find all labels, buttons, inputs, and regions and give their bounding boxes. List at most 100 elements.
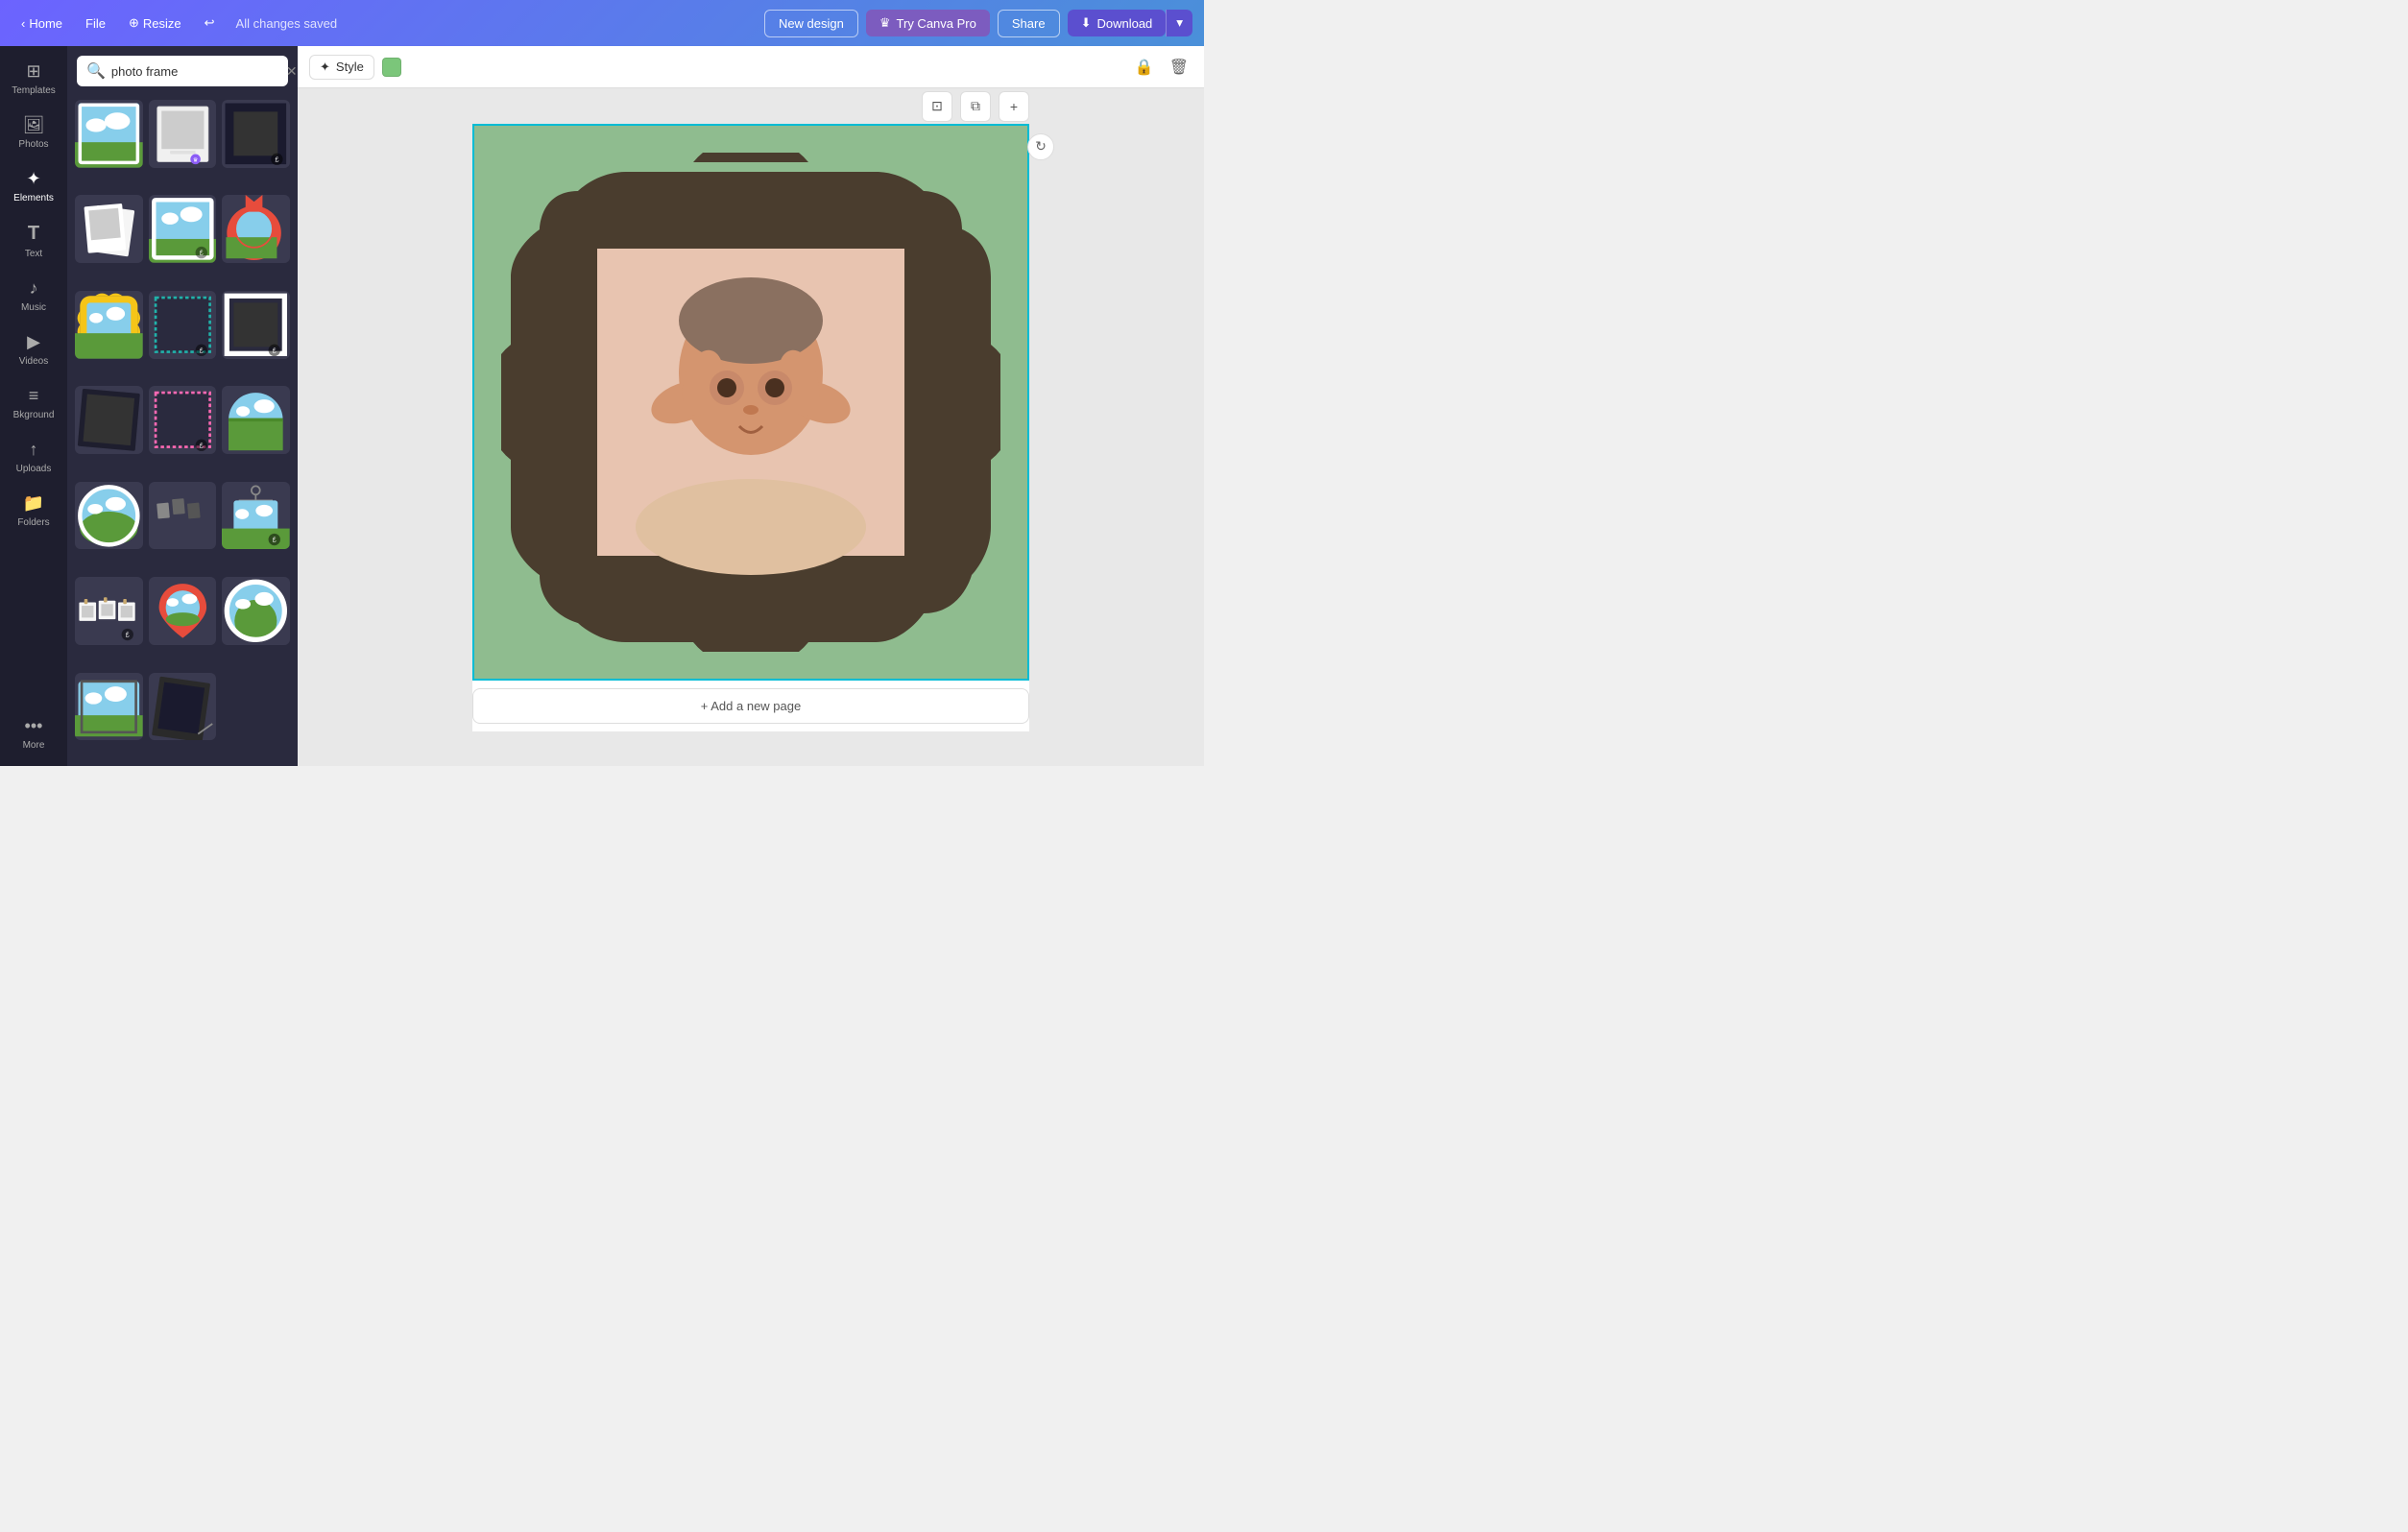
- saved-status: All changes saved: [236, 16, 338, 31]
- svg-text:£: £: [276, 156, 279, 163]
- svg-text:£: £: [199, 251, 203, 257]
- share-button[interactable]: Share: [998, 10, 1060, 37]
- delete-button[interactable]: 🗑: [1166, 54, 1192, 81]
- topbar-left: ‹ Home File ⊕ Resize ↩ All changes saved: [12, 12, 337, 35]
- sidebar-label-music: Music: [21, 302, 46, 313]
- frame-item-double-polaroid[interactable]: [75, 195, 143, 263]
- duplicate-button[interactable]: ⧉: [960, 91, 991, 122]
- download-dropdown-button[interactable]: ▾: [1166, 10, 1192, 36]
- canvas-scroll: ⊡ ⧉ + ↻: [298, 88, 1204, 766]
- folders-icon: 📁: [23, 493, 44, 514]
- sidebar-label-more: More: [23, 740, 45, 751]
- svg-text:£: £: [126, 633, 130, 639]
- file-button[interactable]: File: [76, 12, 115, 35]
- more-icon: •••: [25, 716, 43, 736]
- home-button[interactable]: ‹ Home: [12, 12, 72, 35]
- sidebar-item-elements[interactable]: ✦ Elements: [0, 161, 67, 211]
- sidebar-item-videos[interactable]: ▶ Videos: [0, 324, 67, 374]
- canvas-toolbar: ✦ Style 🔒 🗑: [298, 46, 1204, 88]
- undo-button[interactable]: ↩: [195, 12, 225, 35]
- canvas-refresh-button[interactable]: ↻: [1027, 133, 1054, 160]
- sidebar-label-background: Bkground: [13, 410, 55, 420]
- chevron-left-icon: ‹: [21, 16, 25, 31]
- svg-text:£: £: [199, 347, 203, 354]
- frame-item-black-square[interactable]: £: [222, 100, 290, 168]
- color-swatch[interactable]: [382, 58, 401, 77]
- frame-item-cloud-small[interactable]: [75, 673, 143, 741]
- add-page-button[interactable]: + Add a new page: [472, 688, 1029, 724]
- frame-item-dotted-teal[interactable]: £: [149, 291, 217, 359]
- frame-item-hanger-frame[interactable]: £: [222, 482, 290, 550]
- file-label: File: [85, 16, 106, 31]
- undo-icon: ↩: [205, 15, 215, 31]
- background-icon: ≡: [29, 386, 39, 406]
- sidebar-item-text[interactable]: T Text: [0, 215, 67, 267]
- frame-item-map-pin[interactable]: [149, 577, 217, 645]
- lock-button[interactable]: 🔒: [1131, 54, 1158, 81]
- download-group: ⬇ Download ▾: [1068, 10, 1192, 36]
- search-bar: 🔍 ✕: [77, 56, 288, 86]
- uploads-icon: ↑: [30, 440, 38, 460]
- frame-item-dark-tilt[interactable]: [149, 673, 217, 741]
- sidebar-label-folders: Folders: [17, 517, 49, 528]
- crown-icon: ♛: [879, 15, 891, 31]
- try-pro-label: Try Canva Pro: [897, 16, 976, 31]
- search-input[interactable]: [111, 64, 280, 79]
- frame-item-green-landscape[interactable]: £: [149, 195, 217, 263]
- download-icon: ⬇: [1081, 15, 1092, 31]
- svg-text:£: £: [273, 537, 277, 543]
- frame-item-white-circle[interactable]: [222, 577, 290, 645]
- resize-button[interactable]: ⊕ Resize: [119, 12, 191, 35]
- sidebar-item-photos[interactable]: 🖼 Photos: [0, 108, 67, 157]
- resize-icon: ⊕: [129, 15, 139, 31]
- frame-item-half-circle[interactable]: [222, 386, 290, 454]
- home-label: Home: [29, 16, 62, 31]
- elements-panel: 🔍 ✕: [67, 46, 298, 766]
- style-icon: ✦: [320, 60, 330, 75]
- sidebar-item-music[interactable]: ♪ Music: [0, 271, 67, 321]
- frame-item-pink-dotted[interactable]: £: [149, 386, 217, 454]
- videos-icon: ▶: [27, 332, 40, 352]
- sidebar-item-background[interactable]: ≡ Bkground: [0, 378, 67, 428]
- download-label: Download: [1096, 16, 1152, 31]
- photos-icon: 🖼: [23, 115, 45, 135]
- decorative-frame: [501, 153, 1000, 652]
- search-clear-button[interactable]: ✕: [286, 63, 298, 80]
- sidebar-item-folders[interactable]: 📁 Folders: [0, 486, 67, 536]
- frame-item-photo-clips[interactable]: £: [75, 577, 143, 645]
- frame-item-film-strip[interactable]: [149, 482, 217, 550]
- canvas-container: ⊡ ⧉ + ↻: [472, 124, 1029, 731]
- sidebar-label-uploads: Uploads: [16, 464, 52, 474]
- new-design-button[interactable]: New design: [764, 10, 858, 37]
- svg-text:£: £: [199, 443, 203, 450]
- sidebar-item-templates[interactable]: ⊞ Templates: [0, 54, 67, 104]
- svg-text:♛: ♛: [192, 156, 198, 163]
- sidebar-label-videos: Videos: [19, 356, 48, 367]
- frame-item-red-circle[interactable]: [222, 195, 290, 263]
- copy-style-button[interactable]: ⊡: [922, 91, 952, 122]
- frame-item-polaroid[interactable]: ♛: [149, 100, 217, 168]
- canvas-actions: ⊡ ⧉ +: [922, 91, 1029, 122]
- toolbar-right-icons: 🔒 🗑: [1131, 54, 1192, 81]
- try-pro-button[interactable]: ♛ Try Canva Pro: [866, 10, 990, 36]
- frame-item-white-square[interactable]: £: [222, 291, 290, 359]
- music-icon: ♪: [30, 278, 38, 299]
- style-button[interactable]: ✦ Style: [309, 55, 374, 80]
- sidebar-nav: ⊞ Templates 🖼 Photos ✦ Elements T Text ♪…: [0, 46, 67, 766]
- download-button[interactable]: ⬇ Download: [1068, 10, 1167, 36]
- frames-grid: ♛ £: [67, 96, 298, 766]
- sidebar-label-elements: Elements: [13, 193, 54, 203]
- frame-item-oval-cloud[interactable]: [75, 482, 143, 550]
- frame-item-gold-ornate[interactable]: [75, 291, 143, 359]
- frame-item-dark-square[interactable]: [75, 386, 143, 454]
- style-label: Style: [336, 60, 364, 74]
- resize-label: Resize: [143, 16, 181, 31]
- search-icon: 🔍: [86, 61, 106, 81]
- frame-item-landscape-cloud[interactable]: [75, 100, 143, 168]
- canvas-frame[interactable]: ↻: [472, 124, 1029, 681]
- sidebar-item-uploads[interactable]: ↑ Uploads: [0, 432, 67, 482]
- sidebar-label-templates: Templates: [12, 85, 56, 96]
- sidebar-item-more[interactable]: ••• More: [0, 708, 67, 758]
- add-element-button[interactable]: +: [999, 91, 1029, 122]
- sidebar-label-photos: Photos: [18, 139, 48, 150]
